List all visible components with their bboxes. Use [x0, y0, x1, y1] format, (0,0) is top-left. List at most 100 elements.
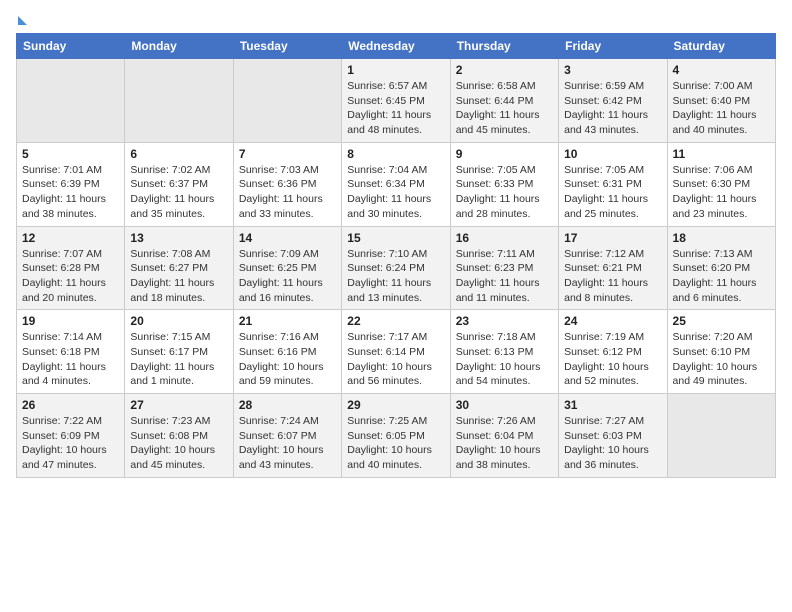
calendar-cell: 28 Sunrise: 7:24 AM Sunset: 6:07 PM Dayli…	[233, 394, 341, 478]
calendar-cell	[125, 59, 233, 143]
day-number: 14	[239, 231, 336, 245]
calendar-cell: 1 Sunrise: 6:57 AM Sunset: 6:45 PM Daylig…	[342, 59, 450, 143]
day-header-wednesday: Wednesday	[342, 34, 450, 59]
day-header-sunday: Sunday	[17, 34, 125, 59]
calendar-cell: 23 Sunrise: 7:18 AM Sunset: 6:13 PM Dayli…	[450, 310, 558, 394]
day-number: 13	[130, 231, 227, 245]
calendar-table: SundayMondayTuesdayWednesdayThursdayFrid…	[16, 33, 776, 478]
calendar-cell	[233, 59, 341, 143]
day-info: Sunrise: 7:17 AM Sunset: 6:14 PM Dayligh…	[347, 330, 444, 389]
day-info: Sunrise: 7:15 AM Sunset: 6:17 PM Dayligh…	[130, 330, 227, 389]
day-info: Sunrise: 7:09 AM Sunset: 6:25 PM Dayligh…	[239, 247, 336, 306]
day-number: 31	[564, 398, 661, 412]
day-number: 24	[564, 314, 661, 328]
calendar-cell: 29Sunrise: 7:25 AM Sunset: 6:05 PM Dayli…	[342, 394, 450, 478]
day-info: Sunrise: 7:25 AM Sunset: 6:05 PM Dayligh…	[347, 414, 444, 473]
calendar-cell: 8 Sunrise: 7:04 AM Sunset: 6:34 PM Daylig…	[342, 142, 450, 226]
day-info: Sunrise: 7:11 AM Sunset: 6:23 PM Dayligh…	[456, 247, 553, 306]
day-number: 7	[239, 147, 336, 161]
day-number: 1	[347, 63, 444, 77]
day-header-tuesday: Tuesday	[233, 34, 341, 59]
logo-triangle-icon	[18, 16, 27, 25]
calendar-cell: 11 Sunrise: 7:06 AM Sunset: 6:30 PM Dayli…	[667, 142, 775, 226]
page-container: SundayMondayTuesdayWednesdayThursdayFrid…	[0, 0, 792, 488]
day-info: Sunrise: 7:12 AM Sunset: 6:21 PM Dayligh…	[564, 247, 661, 306]
day-number: 12	[22, 231, 119, 245]
day-header-saturday: Saturday	[667, 34, 775, 59]
day-number: 16	[456, 231, 553, 245]
day-number: 22	[347, 314, 444, 328]
day-info: Sunrise: 7:06 AM Sunset: 6:30 PM Dayligh…	[673, 163, 770, 222]
calendar-cell: 25 Sunrise: 7:20 AM Sunset: 6:10 PM Dayli…	[667, 310, 775, 394]
calendar-cell: 27 Sunrise: 7:23 AM Sunset: 6:08 PM Dayli…	[125, 394, 233, 478]
logo	[16, 16, 27, 25]
day-info: Sunrise: 7:13 AM Sunset: 6:20 PM Dayligh…	[673, 247, 770, 306]
calendar-cell: 18Sunrise: 7:13 AM Sunset: 6:20 PM Dayli…	[667, 226, 775, 310]
day-number: 27	[130, 398, 227, 412]
day-info: Sunrise: 6:59 AM Sunset: 6:42 PM Dayligh…	[564, 79, 661, 138]
day-number: 6	[130, 147, 227, 161]
calendar-week-3: 12 Sunrise: 7:07 AM Sunset: 6:28 PM Dayli…	[17, 226, 776, 310]
day-header-monday: Monday	[125, 34, 233, 59]
day-info: Sunrise: 7:24 AM Sunset: 6:07 PM Dayligh…	[239, 414, 336, 473]
day-info: Sunrise: 7:00 AM Sunset: 6:40 PM Dayligh…	[673, 79, 770, 138]
calendar-cell: 13Sunrise: 7:08 AM Sunset: 6:27 PM Dayli…	[125, 226, 233, 310]
day-info: Sunrise: 7:26 AM Sunset: 6:04 PM Dayligh…	[456, 414, 553, 473]
day-number: 25	[673, 314, 770, 328]
day-number: 23	[456, 314, 553, 328]
calendar-week-5: 26 Sunrise: 7:22 AM Sunset: 6:09 PM Dayli…	[17, 394, 776, 478]
calendar-cell: 21 Sunrise: 7:16 AM Sunset: 6:16 PM Dayli…	[233, 310, 341, 394]
day-info: Sunrise: 7:10 AM Sunset: 6:24 PM Dayligh…	[347, 247, 444, 306]
day-header-thursday: Thursday	[450, 34, 558, 59]
day-number: 11	[673, 147, 770, 161]
day-number: 28	[239, 398, 336, 412]
day-info: Sunrise: 7:19 AM Sunset: 6:12 PM Dayligh…	[564, 330, 661, 389]
day-number: 8	[347, 147, 444, 161]
day-info: Sunrise: 7:22 AM Sunset: 6:09 PM Dayligh…	[22, 414, 119, 473]
calendar-week-4: 19Sunrise: 7:14 AM Sunset: 6:18 PM Dayli…	[17, 310, 776, 394]
calendar-cell: 31Sunrise: 7:27 AM Sunset: 6:03 PM Dayli…	[559, 394, 667, 478]
calendar-cell: 14 Sunrise: 7:09 AM Sunset: 6:25 PM Dayli…	[233, 226, 341, 310]
day-number: 2	[456, 63, 553, 77]
day-number: 10	[564, 147, 661, 161]
day-number: 20	[130, 314, 227, 328]
calendar-cell: 6Sunrise: 7:02 AM Sunset: 6:37 PM Daylig…	[125, 142, 233, 226]
calendar-cell: 22 Sunrise: 7:17 AM Sunset: 6:14 PM Dayli…	[342, 310, 450, 394]
calendar-cell: 10 Sunrise: 7:05 AM Sunset: 6:31 PM Dayli…	[559, 142, 667, 226]
calendar-cell	[17, 59, 125, 143]
calendar-cell: 2 Sunrise: 6:58 AM Sunset: 6:44 PM Daylig…	[450, 59, 558, 143]
calendar-cell: 4 Sunrise: 7:00 AM Sunset: 6:40 PM Daylig…	[667, 59, 775, 143]
day-number: 26	[22, 398, 119, 412]
calendar-cell: 26 Sunrise: 7:22 AM Sunset: 6:09 PM Dayli…	[17, 394, 125, 478]
calendar-cell: 3 Sunrise: 6:59 AM Sunset: 6:42 PM Daylig…	[559, 59, 667, 143]
day-info: Sunrise: 7:04 AM Sunset: 6:34 PM Dayligh…	[347, 163, 444, 222]
day-info: Sunrise: 7:05 AM Sunset: 6:31 PM Dayligh…	[564, 163, 661, 222]
day-info: Sunrise: 7:07 AM Sunset: 6:28 PM Dayligh…	[22, 247, 119, 306]
day-info: Sunrise: 7:01 AM Sunset: 6:39 PM Dayligh…	[22, 163, 119, 222]
calendar-cell: 9 Sunrise: 7:05 AM Sunset: 6:33 PM Daylig…	[450, 142, 558, 226]
header	[16, 16, 776, 25]
day-info: Sunrise: 7:05 AM Sunset: 6:33 PM Dayligh…	[456, 163, 553, 222]
day-info: Sunrise: 7:23 AM Sunset: 6:08 PM Dayligh…	[130, 414, 227, 473]
calendar-cell: 12 Sunrise: 7:07 AM Sunset: 6:28 PM Dayli…	[17, 226, 125, 310]
day-info: Sunrise: 7:20 AM Sunset: 6:10 PM Dayligh…	[673, 330, 770, 389]
calendar-cell: 16 Sunrise: 7:11 AM Sunset: 6:23 PM Dayli…	[450, 226, 558, 310]
day-info: Sunrise: 7:16 AM Sunset: 6:16 PM Dayligh…	[239, 330, 336, 389]
day-number: 9	[456, 147, 553, 161]
day-info: Sunrise: 7:18 AM Sunset: 6:13 PM Dayligh…	[456, 330, 553, 389]
day-header-friday: Friday	[559, 34, 667, 59]
calendar-header-row: SundayMondayTuesdayWednesdayThursdayFrid…	[17, 34, 776, 59]
day-number: 19	[22, 314, 119, 328]
calendar-cell: 5 Sunrise: 7:01 AM Sunset: 6:39 PM Daylig…	[17, 142, 125, 226]
day-info: Sunrise: 6:57 AM Sunset: 6:45 PM Dayligh…	[347, 79, 444, 138]
calendar-cell	[667, 394, 775, 478]
calendar-cell: 30 Sunrise: 7:26 AM Sunset: 6:04 PM Dayli…	[450, 394, 558, 478]
calendar-cell: 20 Sunrise: 7:15 AM Sunset: 6:17 PM Dayli…	[125, 310, 233, 394]
day-number: 30	[456, 398, 553, 412]
calendar-cell: 24 Sunrise: 7:19 AM Sunset: 6:12 PM Dayli…	[559, 310, 667, 394]
day-info: Sunrise: 6:58 AM Sunset: 6:44 PM Dayligh…	[456, 79, 553, 138]
day-number: 4	[673, 63, 770, 77]
day-number: 5	[22, 147, 119, 161]
day-number: 21	[239, 314, 336, 328]
day-number: 3	[564, 63, 661, 77]
